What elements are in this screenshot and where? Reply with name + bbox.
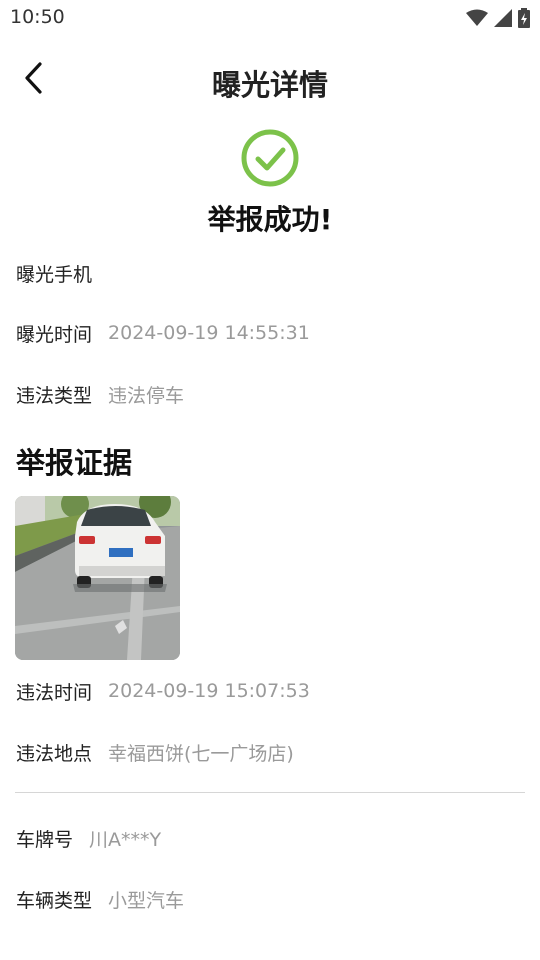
violation-location-label: 违法地点 [16, 742, 93, 765]
page-title: 曝光详情 [211, 68, 328, 102]
info-row-type: 违法类型 违法停车 [16, 379, 184, 409]
status-time: 10:50 [10, 6, 65, 28]
status-icons [466, 8, 530, 28]
plate-label: 车牌号 [16, 828, 74, 851]
info-row-time: 曝光时间 2024-09-19 14:55:31 [16, 318, 310, 348]
evidence-row-time: 违法时间 2024-09-19 15:07:53 [16, 676, 310, 706]
violation-location-value: 幸福西饼(七一广场店) [108, 742, 294, 765]
phone-label: 曝光手机 [16, 263, 93, 286]
info-row-phone: 曝光手机 [16, 258, 108, 288]
vehicle-type-value: 小型汽车 [108, 889, 185, 912]
vehicle-row-plate: 车牌号 川A***Y [16, 823, 161, 853]
vehicle-type-label: 车辆类型 [16, 889, 93, 912]
exposure-time-label: 曝光时间 [16, 323, 93, 346]
check-circle-icon [241, 129, 299, 187]
evidence-photo[interactable] [15, 496, 180, 660]
violation-time-value: 2024-09-19 15:07:53 [108, 680, 310, 702]
evidence-row-location: 违法地点 幸福西饼(七一广场店) [16, 737, 294, 767]
app-header: 曝光详情 [0, 50, 540, 108]
wifi-icon [466, 9, 488, 26]
plate-value: 川A***Y [89, 828, 162, 851]
status-bar: 10:50 [0, 0, 540, 36]
car-photo-image [15, 496, 180, 660]
exposure-time-value: 2024-09-19 14:55:31 [108, 322, 310, 344]
violation-type-label: 违法类型 [16, 384, 93, 407]
success-message: 举报成功! [207, 203, 333, 236]
vehicle-row-type: 车辆类型 小型汽车 [16, 884, 184, 914]
battery-icon [518, 8, 530, 28]
success-indicator [240, 128, 300, 188]
signal-icon [494, 9, 512, 27]
section-divider [15, 792, 525, 793]
violation-type-value: 违法停车 [108, 384, 185, 407]
evidence-section-title: 举报证据 [16, 446, 133, 480]
violation-time-label: 违法时间 [16, 681, 93, 704]
